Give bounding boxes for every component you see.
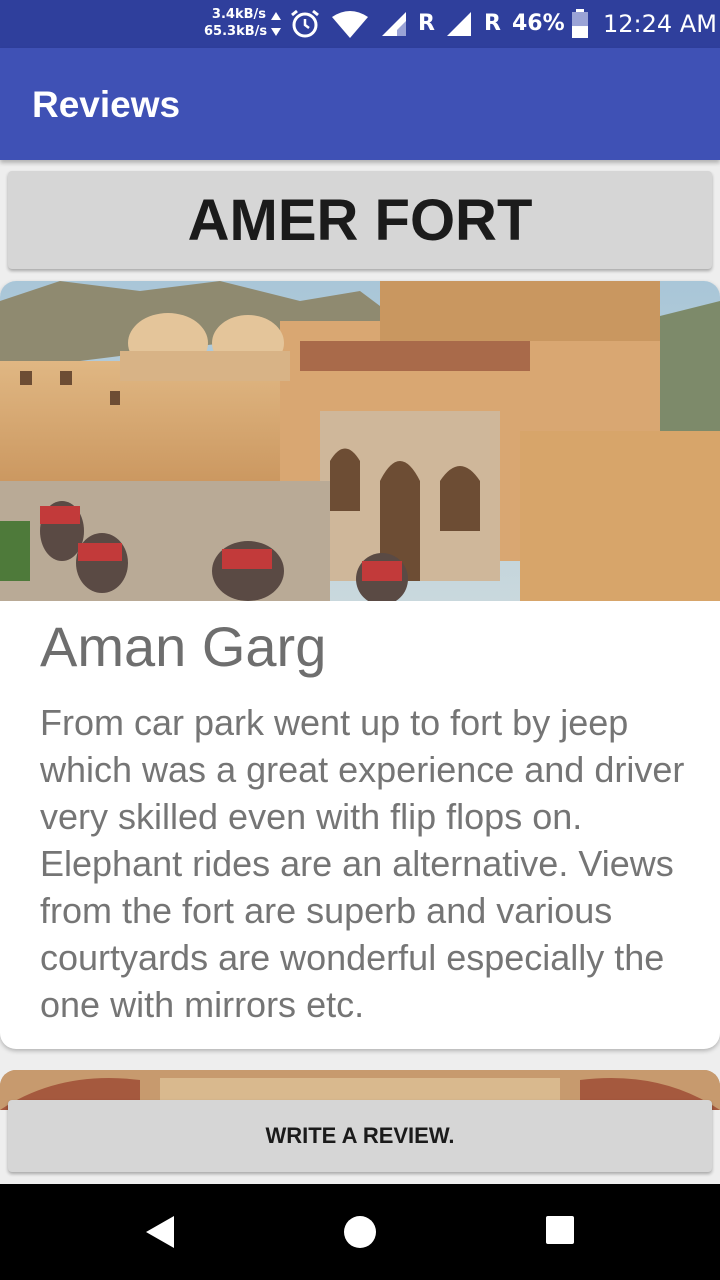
app-bar: Reviews (0, 48, 720, 160)
home-icon[interactable] (340, 1212, 380, 1252)
review-card[interactable]: Aman Garg From car park went up to fort … (0, 281, 720, 1049)
navigation-bar (0, 1184, 720, 1280)
battery-percent: 46% (512, 11, 565, 36)
signal-icon (447, 12, 471, 36)
network-upload-speed: 3.4kB/s (211, 7, 266, 22)
page-title: Reviews (32, 84, 181, 125)
fort-photo (0, 281, 720, 601)
back-icon[interactable] (140, 1212, 180, 1252)
roaming-indicator: R (484, 11, 501, 36)
status-time: 12:24 AM (603, 10, 717, 38)
roaming-indicator: R (418, 11, 435, 36)
network-speed: 3.4kB/s 65.3kB/s (204, 6, 268, 40)
write-review-button[interactable]: WRITE A REVIEW. (8, 1100, 712, 1172)
review-text: From car park went up to fort by jeep wh… (40, 702, 685, 1025)
network-download-speed: 65.3kB/s (204, 24, 268, 39)
signal-icon (382, 12, 406, 36)
reviewer-name: Aman Garg (40, 615, 327, 678)
status-bar: 3.4kB/s 65.3kB/s R R 46% 12:24 AM (0, 0, 720, 48)
data-arrows-icon (271, 12, 281, 36)
battery-icon (572, 9, 588, 38)
alarm-icon (291, 9, 319, 38)
wifi-icon (332, 11, 368, 38)
place-name-button[interactable]: AMER FORT (8, 171, 712, 269)
recents-icon[interactable] (542, 1212, 578, 1248)
